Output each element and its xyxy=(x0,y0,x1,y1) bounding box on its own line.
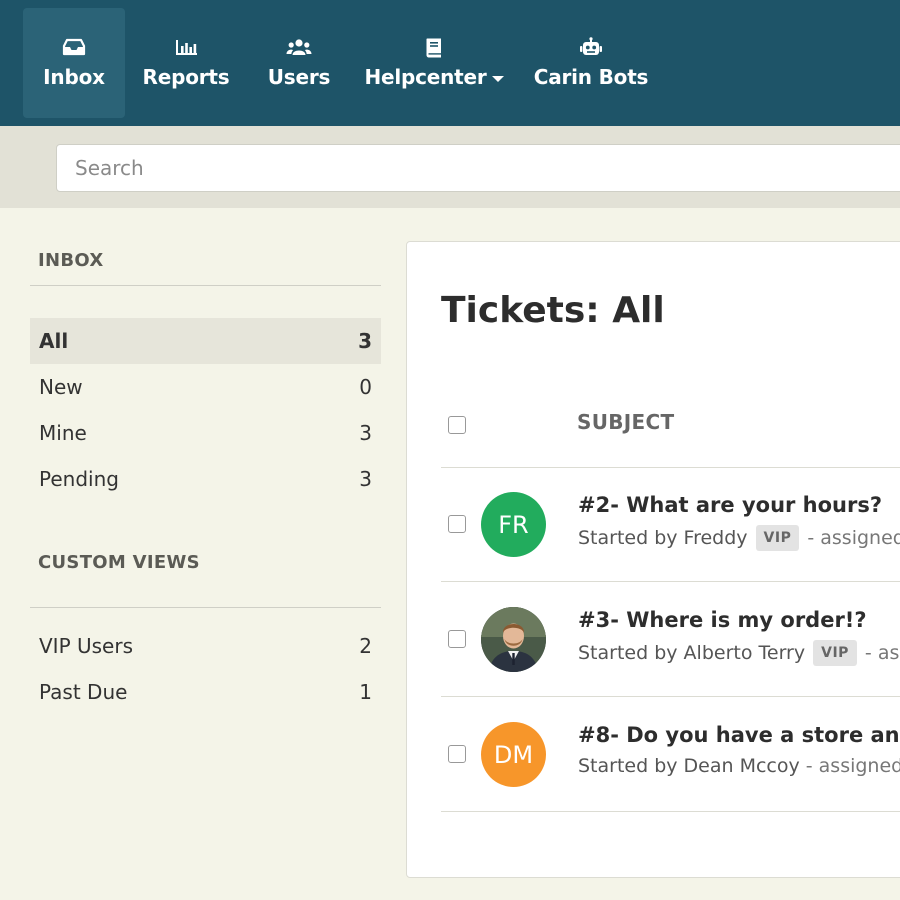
ticket-started-by: Started by Alberto Terry xyxy=(578,642,806,664)
vip-badge: VIP xyxy=(755,525,800,551)
table-row[interactable]: #3- Where is my order!? Started by Alber… xyxy=(441,582,900,697)
sidebar-item-mine[interactable]: Mine 3 xyxy=(30,410,381,456)
top-navigation: Inbox Reports Users Helpcenter Carin Bot… xyxy=(0,0,900,126)
sidebar-item-label: Mine xyxy=(39,421,87,445)
nav-item-helpcenter[interactable]: Helpcenter xyxy=(364,8,504,118)
sidebar-item-count: 3 xyxy=(359,467,372,491)
sidebar-item-label: Past Due xyxy=(39,680,128,704)
ticket-subject[interactable]: #8- Do you have a store anyw xyxy=(578,723,900,747)
avatar-initials: FR xyxy=(498,510,529,539)
nav-label: Users xyxy=(267,65,331,89)
ticket-assigned: - ass xyxy=(864,642,900,664)
table-row[interactable]: FR #2- What are your hours? Started by F… xyxy=(441,467,900,582)
sidebar: INBOX All 3 New 0 Mine 3 Pending 3 CUSTO… xyxy=(30,208,381,715)
vip-badge: VIP xyxy=(813,640,857,666)
nav-label: Carin Bots xyxy=(533,65,649,89)
sidebar-item-vip-users[interactable]: VIP Users 2 xyxy=(30,623,381,669)
sidebar-item-new[interactable]: New 0 xyxy=(30,364,381,410)
page-title: Tickets: All xyxy=(441,290,665,331)
tickets-panel: Tickets: All SUBJECT FR #2- What are you… xyxy=(406,241,900,878)
robot-icon xyxy=(580,37,602,55)
column-header-subject: SUBJECT xyxy=(577,410,675,434)
nav-item-reports[interactable]: Reports xyxy=(140,8,232,118)
table-header: SUBJECT xyxy=(441,390,900,468)
avatar xyxy=(481,607,546,672)
nav-item-carin-bots[interactable]: Carin Bots xyxy=(530,8,652,118)
ticket-meta: Started by Dean Mccoy - assigned xyxy=(578,755,900,777)
ticket-meta: Started by Freddy VIP - assigned xyxy=(578,525,900,551)
ticket-meta: Started by Alberto Terry VIP - ass xyxy=(578,640,900,666)
ticket-subject[interactable]: #3- Where is my order!? xyxy=(578,608,867,632)
sidebar-item-count: 2 xyxy=(359,634,372,658)
book-icon xyxy=(426,38,441,58)
sidebar-item-label: Pending xyxy=(39,467,119,491)
inbox-icon xyxy=(62,38,86,56)
bar-chart-icon xyxy=(176,40,197,55)
sidebar-item-count: 3 xyxy=(359,421,372,445)
nav-label: Reports xyxy=(142,65,230,89)
sidebar-item-count: 3 xyxy=(358,329,372,353)
table-row[interactable]: DM #8- Do you have a store anyw Started … xyxy=(441,697,900,812)
sidebar-item-count: 0 xyxy=(359,375,372,399)
nav-item-users[interactable]: Users xyxy=(262,8,336,118)
user-photo-icon xyxy=(481,607,546,672)
ticket-subject[interactable]: #2- What are your hours? xyxy=(578,493,882,517)
avatar: FR xyxy=(481,492,546,557)
avatar-initials: DM xyxy=(493,740,534,769)
users-icon xyxy=(286,39,312,55)
select-all-checkbox[interactable] xyxy=(448,416,466,434)
sidebar-item-count: 1 xyxy=(359,680,372,704)
nav-label: Inbox xyxy=(43,65,105,89)
ticket-started-by: Started by Freddy xyxy=(578,527,748,549)
nav-label: Helpcenter xyxy=(364,65,487,89)
row-checkbox[interactable] xyxy=(448,745,466,763)
ticket-assigned: - assigned xyxy=(807,527,900,549)
sidebar-item-label: All xyxy=(39,329,69,353)
sidebar-item-label: New xyxy=(39,375,83,399)
nav-item-inbox[interactable]: Inbox xyxy=(23,8,125,118)
custom-views-section-title: CUSTOM VIEWS xyxy=(30,502,381,608)
ticket-assigned: - assigned xyxy=(805,755,900,777)
inbox-section-title: INBOX xyxy=(30,208,381,286)
row-checkbox[interactable] xyxy=(448,630,466,648)
sidebar-item-past-due[interactable]: Past Due 1 xyxy=(30,669,381,715)
chevron-down-icon xyxy=(491,75,504,82)
sidebar-item-pending[interactable]: Pending 3 xyxy=(30,456,381,502)
sidebar-item-all[interactable]: All 3 xyxy=(30,318,381,364)
avatar: DM xyxy=(481,722,546,787)
sidebar-item-label: VIP Users xyxy=(39,634,134,658)
ticket-started-by: Started by Dean Mccoy xyxy=(578,755,800,777)
search-input[interactable] xyxy=(56,144,900,192)
search-bar xyxy=(0,126,900,208)
row-checkbox[interactable] xyxy=(448,515,466,533)
